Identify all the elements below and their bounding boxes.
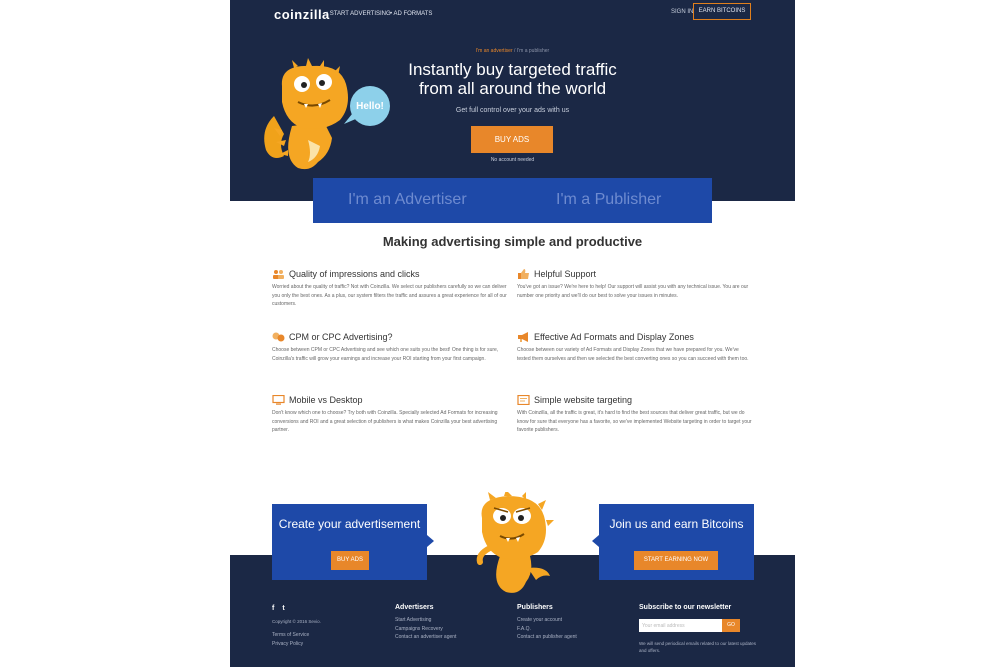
feature-mobile-desktop: Mobile vs Desktop Don't know which one t… <box>272 395 508 435</box>
feature-cpm-cpc: CPM or CPC Advertising? Choose between C… <box>272 332 508 363</box>
feature-text: Choose between our variety of Ad Formats… <box>517 347 749 362</box>
feature-text: Worried about the quality of traffic? No… <box>272 284 507 307</box>
footer-heading: Publishers <box>517 604 553 611</box>
audience-choice-band: I'm an Advertiser I'm a Publisher <box>313 178 712 223</box>
mascot-illustration <box>476 492 554 593</box>
newsletter-go-button[interactable]: GO <box>722 619 740 632</box>
arrow-left-icon <box>592 535 599 547</box>
feature-ad-formats: Effective Ad Formats and Display Zones C… <box>517 332 753 363</box>
mascot-illustration: Hello! <box>264 58 390 170</box>
legal-links: Terms of Service Privacy Policy <box>272 631 309 648</box>
footer-link[interactable]: Start Advertising <box>395 616 456 625</box>
logo[interactable]: coinzilla <box>274 7 330 22</box>
terms-link[interactable]: Terms of Service <box>272 631 309 640</box>
footer-newsletter: Subscribe to our newsletter <box>639 604 731 616</box>
feature-text: Choose between CPM or CPC Advertising an… <box>272 347 499 362</box>
nav-ad-formats[interactable]: AD FORMATS <box>390 11 432 17</box>
footer-heading: Advertisers <box>395 604 434 611</box>
target-page-icon <box>517 395 530 405</box>
choice-publisher[interactable]: I'm a Publisher <box>556 191 661 209</box>
coins-icon <box>272 332 285 342</box>
desktop-icon <box>272 395 285 405</box>
earn-bitcoins-button[interactable]: EARN BITCOINS <box>693 3 751 20</box>
page: coinzilla START ADVERTISING AD FORMATS S… <box>230 0 795 667</box>
toggle-advertiser[interactable]: I'm an advertiser <box>476 48 513 54</box>
footer-publishers: Publishers Create your account F.A.Q. Co… <box>517 604 577 642</box>
footer-link[interactable]: Campaigns Recovery <box>395 625 456 634</box>
copyright: Copyright © 2016 Sevio. <box>272 619 321 624</box>
arrow-right-icon <box>427 535 434 547</box>
feature-text: Don't know which one to choose? Try both… <box>272 410 498 433</box>
feature-title: Mobile vs Desktop <box>289 395 363 405</box>
create-ad-title: Create your advertisement <box>278 517 421 531</box>
footer-link[interactable]: Create your account <box>517 616 577 625</box>
create-ad-buy-button[interactable]: BUY ADS <box>331 551 369 570</box>
nav-start-advertising[interactable]: START ADVERTISING <box>326 11 391 17</box>
hero-subtitle: Get full control over your ads with us <box>455 107 570 114</box>
feature-support: Helpful Support You've got an issue? We'… <box>517 269 753 300</box>
privacy-link[interactable]: Privacy Policy <box>272 640 309 649</box>
twitter-icon[interactable]: t <box>282 605 284 612</box>
create-ad-box: Create your advertisement BUY ADS <box>272 504 427 580</box>
feature-quality: Quality of impressions and clicks Worrie… <box>272 269 508 309</box>
feature-title: CPM or CPC Advertising? <box>289 332 393 342</box>
newsletter-note: We will send periodical emails related t… <box>639 641 756 653</box>
feature-title: Helpful Support <box>534 269 597 279</box>
thumbs-up-icon <box>518 269 529 279</box>
facebook-icon[interactable]: f <box>272 605 274 612</box>
newsletter-heading: Subscribe to our newsletter <box>639 604 732 611</box>
footer-advertisers: Advertisers Start Advertising Campaigns … <box>395 604 456 642</box>
buy-ads-button[interactable]: BUY ADS <box>471 126 553 153</box>
feature-title: Simple website targeting <box>534 395 633 405</box>
social-links: f t <box>272 605 285 612</box>
footer-link[interactable]: Contact an advertiser agent <box>395 633 456 642</box>
choice-advertiser[interactable]: I'm an Advertiser <box>348 191 467 209</box>
hero-section: coinzilla START ADVERTISING AD FORMATS S… <box>230 0 795 201</box>
feature-title: Effective Ad Formats and Display Zones <box>534 332 694 342</box>
newsletter-email-input[interactable]: Your email address <box>639 619 722 632</box>
no-account-note: No account needed <box>490 157 535 163</box>
footer-link[interactable]: F.A.Q. <box>517 625 577 634</box>
feature-text: With Coinzilla, all the traffic is great… <box>517 410 752 433</box>
earn-bitcoins-title: Join us and earn Bitcoins <box>609 517 744 531</box>
feature-title: Quality of impressions and clicks <box>289 269 420 279</box>
hero-title: Instantly buy targeted traffic from all … <box>408 60 617 98</box>
sign-in-link[interactable]: SIGN IN <box>671 9 693 15</box>
megaphone-icon <box>518 332 528 342</box>
feature-website-targeting: Simple website targeting With Coinzilla,… <box>517 395 753 435</box>
features-title: Making advertising simple and productive <box>382 234 643 249</box>
feature-text: You've got an issue? We're here to help!… <box>517 284 749 299</box>
earn-bitcoins-box: Join us and earn Bitcoins START EARNING … <box>599 504 754 580</box>
footer-link[interactable]: Contact an publisher agent <box>517 633 577 642</box>
audience-toggle: I'm an advertiser / I'm a publisher <box>230 48 795 54</box>
toggle-publisher[interactable]: I'm a publisher <box>517 48 549 54</box>
users-icon <box>273 270 284 279</box>
start-earning-button[interactable]: START EARNING NOW <box>634 551 718 570</box>
